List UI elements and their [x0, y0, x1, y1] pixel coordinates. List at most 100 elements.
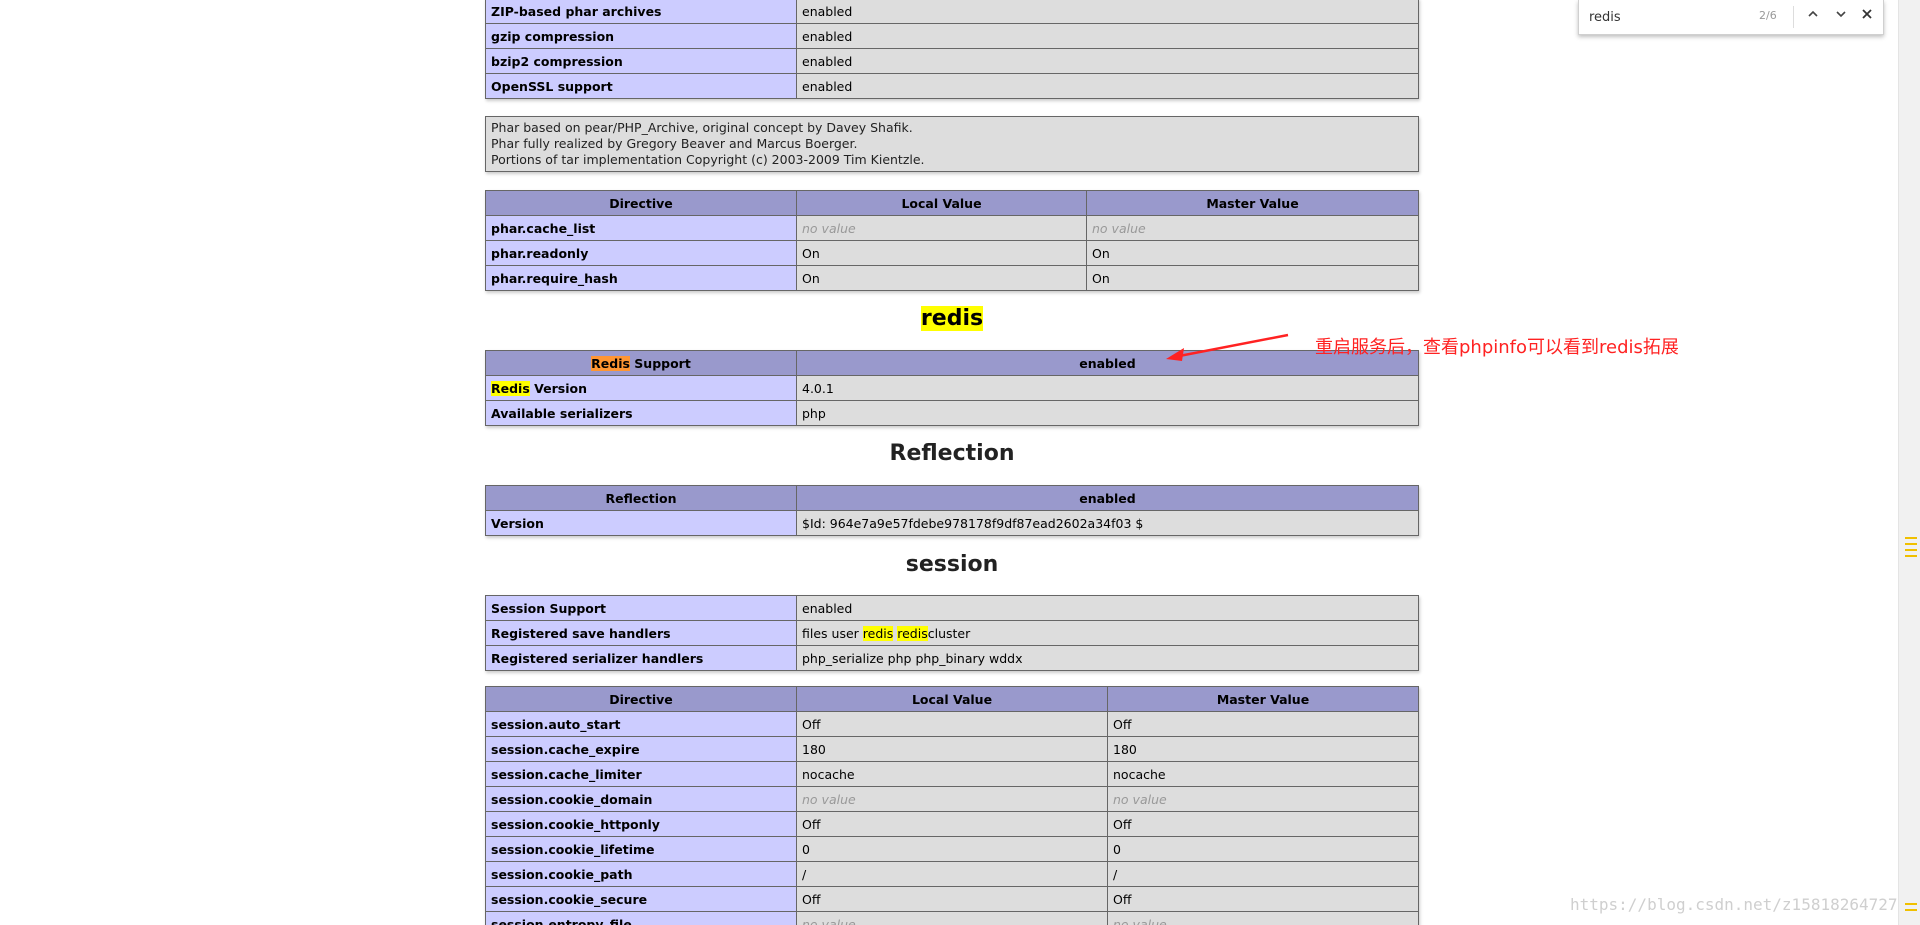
annotation-arrow-icon — [1166, 333, 1289, 361]
reflection-section-title: Reflection — [889, 441, 1015, 466]
chevron-down-icon — [1836, 11, 1846, 18]
no-value: no value — [802, 916, 856, 925]
close-icon — [1862, 9, 1872, 19]
directive-name: session.cookie_httponly — [485, 811, 797, 837]
vertical-scrollbar[interactable] — [1898, 0, 1920, 925]
local-value: Off — [796, 711, 1108, 737]
table-row: session.cookie_secure Off Off — [485, 886, 1419, 912]
find-match-marker — [1905, 543, 1917, 545]
find-previous-button[interactable] — [1801, 4, 1825, 28]
phar-credits: Phar based on pear/PHP_Archive, original… — [485, 116, 1419, 172]
table-row: session.cache_expire 180 180 — [485, 736, 1419, 762]
table-row: session.cache_limiter nocache nocache — [485, 761, 1419, 787]
master-value: nocache — [1107, 761, 1419, 787]
serializers-value: php — [796, 400, 1419, 426]
local-value: Off — [796, 811, 1108, 837]
directive-name: session.cookie_lifetime — [485, 836, 797, 862]
annotation-text: 重启服务后，查看phpinfo可以看到redis拓展 — [1315, 337, 1679, 358]
save-handlers-label: Registered save handlers — [485, 620, 797, 646]
local-value: nocache — [796, 761, 1108, 787]
master-value: no value — [1107, 786, 1419, 812]
master-value-header: Master Value — [1107, 686, 1419, 712]
serializer-handlers-label: Registered serializer handlers — [485, 645, 797, 671]
directive-name: phar.readonly — [485, 240, 797, 266]
reflection-table: Reflection enabled Version $Id: 964e7a9e… — [485, 485, 1419, 536]
phar-credit-line: Portions of tar implementation Copyright… — [491, 152, 925, 167]
row-value: enabled — [796, 23, 1419, 49]
row-value: enabled — [796, 73, 1419, 99]
local-value: no value — [796, 911, 1108, 925]
local-value: 0 — [796, 836, 1108, 862]
table-row: session.auto_start Off Off — [485, 711, 1419, 737]
master-value: no value — [1107, 911, 1419, 925]
local-value: no value — [796, 786, 1108, 812]
reflection-version-value: $Id: 964e7a9e57fdebe978178f9df87ead2602a… — [796, 510, 1419, 536]
master-value: On — [1086, 240, 1419, 266]
row-label: gzip compression — [485, 23, 797, 49]
master-value: no value — [1086, 215, 1419, 241]
directive-name: session.entropy_file — [485, 911, 797, 925]
redis-support-header: Redis Support — [485, 350, 797, 376]
reflection-enabled: enabled — [796, 485, 1419, 511]
find-match-marker — [1905, 903, 1917, 905]
session-section-title: session — [905, 552, 999, 577]
table-row: phar.require_hash On On — [485, 265, 1419, 291]
find-match-marker — [1905, 909, 1917, 911]
local-value: Off — [796, 886, 1108, 912]
master-value: Off — [1107, 711, 1419, 737]
directive-name: session.cookie_domain — [485, 786, 797, 812]
session-table: Session Support enabled Registered save … — [485, 595, 1419, 671]
local-value: 180 — [796, 736, 1108, 762]
phar-table: ZIP-based phar archives enabled gzip compr… — [485, 0, 1419, 99]
directive-name: session.cookie_path — [485, 861, 797, 887]
phpinfo-page: ZIP-based phar archives enabled gzip compr… — [0, 0, 1898, 925]
table-row: session.cookie_httponly Off Off — [485, 811, 1419, 837]
local-value: / — [796, 861, 1108, 887]
no-value: no value — [1092, 220, 1146, 236]
save-handlers-value: files user redis rediscluster — [796, 620, 1419, 646]
find-match-count: 2/6 — [1759, 9, 1777, 22]
directive-header: Directive — [485, 190, 797, 216]
serializer-handlers-value: php_serialize php php_binary wddx — [796, 645, 1419, 671]
chevron-up-icon — [1808, 10, 1818, 17]
local-value: On — [796, 240, 1087, 266]
session-support-label: Session Support — [485, 595, 797, 621]
find-separator — [1793, 6, 1794, 28]
row-value: enabled — [796, 48, 1419, 74]
table-row: ZIP-based phar archives enabled — [485, 0, 1419, 24]
reflection-header: Reflection — [485, 485, 797, 511]
local-value-header: Local Value — [796, 686, 1108, 712]
master-value: Off — [1107, 811, 1419, 837]
redis-version-value: 4.0.1 — [796, 375, 1419, 401]
master-value: Off — [1107, 886, 1419, 912]
find-bar: 2/6 — [1578, 0, 1884, 35]
master-value: On — [1086, 265, 1419, 291]
find-input[interactable] — [1587, 7, 1771, 27]
table-row: session.cookie_domain no value no value — [485, 786, 1419, 812]
master-value: 180 — [1107, 736, 1419, 762]
local-value: On — [796, 265, 1087, 291]
master-value: / — [1107, 861, 1419, 887]
phar-credit-line: Phar fully realized by Gregory Beaver an… — [491, 136, 858, 151]
find-match-marker — [1905, 549, 1917, 551]
watermark: https://blog.csdn.net/z15818264727 — [1570, 895, 1898, 914]
directive-name: session.cache_limiter — [485, 761, 797, 787]
no-value: no value — [1113, 916, 1167, 925]
no-value: no value — [802, 791, 856, 807]
no-value: no value — [802, 220, 856, 236]
master-value-header: Master Value — [1086, 190, 1419, 216]
directive-name: session.cookie_secure — [485, 886, 797, 912]
find-match-marker — [1905, 537, 1917, 539]
directive-name: phar.cache_list — [485, 215, 797, 241]
find-next-button[interactable] — [1829, 4, 1853, 28]
table-row: OpenSSL support enabled — [485, 73, 1419, 99]
row-label: OpenSSL support — [485, 73, 797, 99]
directive-name: phar.require_hash — [485, 265, 797, 291]
directive-name: session.auto_start — [485, 711, 797, 737]
table-row: session.cookie_lifetime 0 0 — [485, 836, 1419, 862]
local-value-header: Local Value — [796, 190, 1087, 216]
find-close-button[interactable] — [1855, 4, 1879, 28]
serializers-label: Available serializers — [485, 400, 797, 426]
table-row: phar.readonly On On — [485, 240, 1419, 266]
directive-header: Directive — [485, 686, 797, 712]
